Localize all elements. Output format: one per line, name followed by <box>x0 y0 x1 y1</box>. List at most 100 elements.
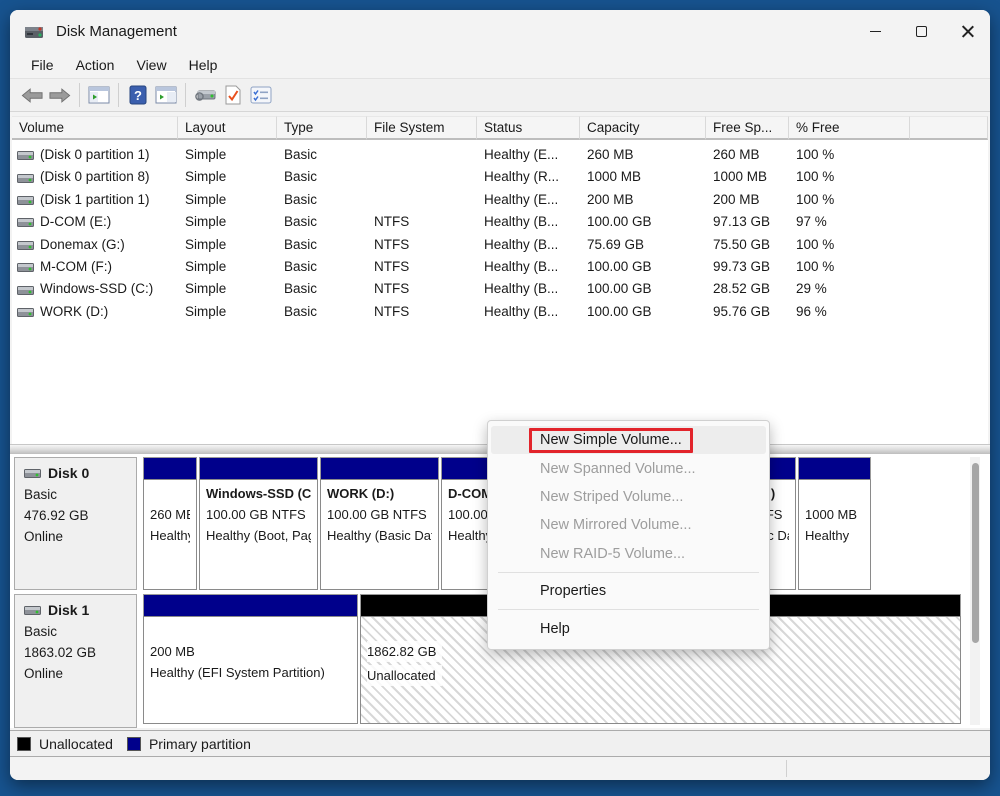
cell-layout: Simple <box>178 234 277 256</box>
cell-layout: Simple <box>178 278 277 300</box>
cell-status: Healthy (E... <box>477 189 580 211</box>
cell-layout: Simple <box>178 301 277 323</box>
cell-capacity: 100.00 GB <box>580 211 706 233</box>
column-header-pct-free[interactable]: % Free <box>789 116 910 140</box>
cell-capacity: 200 MB <box>580 189 706 211</box>
disk0-label[interactable]: Disk 0 Basic 476.92 GB Online <box>14 457 137 590</box>
maximize-button[interactable] <box>898 10 944 52</box>
partition-status: Unallocated <box>367 665 442 686</box>
menu-view[interactable]: View <box>125 54 177 76</box>
partition-status: Healthy (EFI System Partition) <box>150 525 190 546</box>
menu-file[interactable]: File <box>20 54 65 76</box>
close-icon <box>961 25 974 38</box>
check-document-icon <box>224 85 242 105</box>
partition-size: 200 MB <box>150 641 351 662</box>
table-row[interactable]: Donemax (G:) Simple Basic NTFS Healthy (… <box>12 234 988 256</box>
partition-disk1-efi[interactable]: 200 MBHealthy (EFI System Partition) <box>143 594 358 724</box>
action-pane-button[interactable] <box>152 82 180 108</box>
column-header-status[interactable]: Status <box>477 116 580 140</box>
help-button[interactable]: ? <box>124 82 152 108</box>
cell-capacity: 100.00 GB <box>580 278 706 300</box>
table-row[interactable]: D-COM (E:) Simple Basic NTFS Healthy (B.… <box>12 211 988 233</box>
volume-icon <box>17 194 34 206</box>
partition-disk0-efi[interactable]: 260 MBHealthy (EFI System Partition) <box>143 457 197 590</box>
toolbar: ? <box>10 78 990 112</box>
cell-layout: Simple <box>178 166 277 188</box>
partition-name <box>805 483 864 504</box>
scrollbar-thumb[interactable] <box>972 463 979 643</box>
volume-icon <box>17 306 34 318</box>
table-row[interactable]: WORK (D:) Simple Basic NTFS Healthy (B..… <box>12 301 988 323</box>
disk-type: Basic <box>24 621 130 642</box>
menu-separator <box>498 609 759 610</box>
cell-blank <box>910 301 988 323</box>
legend-label: Primary partition <box>149 736 251 752</box>
console-tree-button[interactable] <box>85 82 113 108</box>
partition-status: Healthy <box>805 525 864 546</box>
cell-blank <box>910 278 988 300</box>
cell-status: Healthy (R... <box>477 166 580 188</box>
disk-icon <box>24 604 41 616</box>
toolbar-separator <box>185 83 186 107</box>
menu-item-label: New Mirrored Volume... <box>540 517 692 533</box>
cell-type: Basic <box>277 166 367 188</box>
partition-windows-ssd[interactable]: Windows-SSD (C:)100.00 GB NTFSHealthy (B… <box>199 457 318 590</box>
partition-recovery[interactable]: 1000 MBHealthy <box>798 457 871 590</box>
cell-pct-free: 100 % <box>789 234 910 256</box>
window-title: Disk Management <box>56 23 177 40</box>
menu-item-help[interactable]: Help <box>491 614 766 642</box>
legend-label: Unallocated <box>39 736 113 752</box>
cell-status: Healthy (B... <box>477 234 580 256</box>
disk-size: 1863.02 GB <box>24 642 130 663</box>
cell-type: Basic <box>277 189 367 211</box>
partition-status: Healthy (Boot, Page File, Crash Dump, Pr… <box>206 525 311 546</box>
close-button[interactable] <box>944 10 990 52</box>
table-row[interactable]: (Disk 1 partition 1) Simple Basic Health… <box>12 189 988 211</box>
cell-pct-free: 100 % <box>789 256 910 278</box>
cell-blank <box>910 256 988 278</box>
cell-type: Basic <box>277 256 367 278</box>
table-row[interactable]: (Disk 0 partition 1) Simple Basic Health… <box>12 144 988 166</box>
cell-free-space: 28.52 GB <box>706 278 789 300</box>
column-header-file-system[interactable]: File System <box>367 116 477 140</box>
partition-name <box>150 483 190 504</box>
disk-view-button[interactable] <box>191 82 219 108</box>
cell-status: Healthy (B... <box>477 278 580 300</box>
cell-type: Basic <box>277 211 367 233</box>
column-header-blank[interactable] <box>910 116 988 140</box>
volume-name: (Disk 0 partition 1) <box>40 144 150 166</box>
column-header-type[interactable]: Type <box>277 116 367 140</box>
menu-item-new-simple-volume[interactable]: New Simple Volume... <box>491 426 766 454</box>
minimize-button[interactable] <box>852 10 898 52</box>
forward-button[interactable] <box>46 82 74 108</box>
column-header-free-space[interactable]: Free Sp... <box>706 116 789 140</box>
disk-type: Basic <box>24 484 130 505</box>
menu-help[interactable]: Help <box>178 54 229 76</box>
partition-name <box>150 620 351 641</box>
menu-item-properties[interactable]: Properties <box>491 577 766 605</box>
table-row[interactable]: Windows-SSD (C:) Simple Basic NTFS Healt… <box>12 278 988 300</box>
check-document-button[interactable] <box>219 82 247 108</box>
legend-unallocated: Unallocated <box>17 736 113 752</box>
partition-status: Healthy (Basic Data Partition) <box>327 525 432 546</box>
forward-icon <box>49 88 71 103</box>
title-bar[interactable]: Disk Management <box>10 10 990 52</box>
menu-separator <box>498 572 759 573</box>
primary-partition-bar <box>320 457 439 479</box>
back-button[interactable] <box>18 82 46 108</box>
table-row[interactable]: M-COM (F:) Simple Basic NTFS Healthy (B.… <box>12 256 988 278</box>
menu-item-new-mirrored-volume: New Mirrored Volume... <box>491 511 766 539</box>
table-row[interactable]: (Disk 0 partition 8) Simple Basic Health… <box>12 166 988 188</box>
menu-action[interactable]: Action <box>65 54 126 76</box>
status-bar <box>10 757 990 780</box>
partition-work[interactable]: WORK (D:)100.00 GB NTFSHealthy (Basic Da… <box>320 457 439 590</box>
checklist-button[interactable] <box>247 82 275 108</box>
disk-name: Disk 0 <box>48 465 89 481</box>
disk1-label[interactable]: Disk 1 Basic 1863.02 GB Online <box>14 594 137 728</box>
column-header-capacity[interactable]: Capacity <box>580 116 706 140</box>
column-header-layout[interactable]: Layout <box>178 116 277 140</box>
vertical-scrollbar[interactable] <box>970 457 980 725</box>
cell-type: Basic <box>277 144 367 166</box>
volume-name: Donemax (G:) <box>40 234 125 256</box>
column-header-volume[interactable]: Volume <box>12 116 178 140</box>
